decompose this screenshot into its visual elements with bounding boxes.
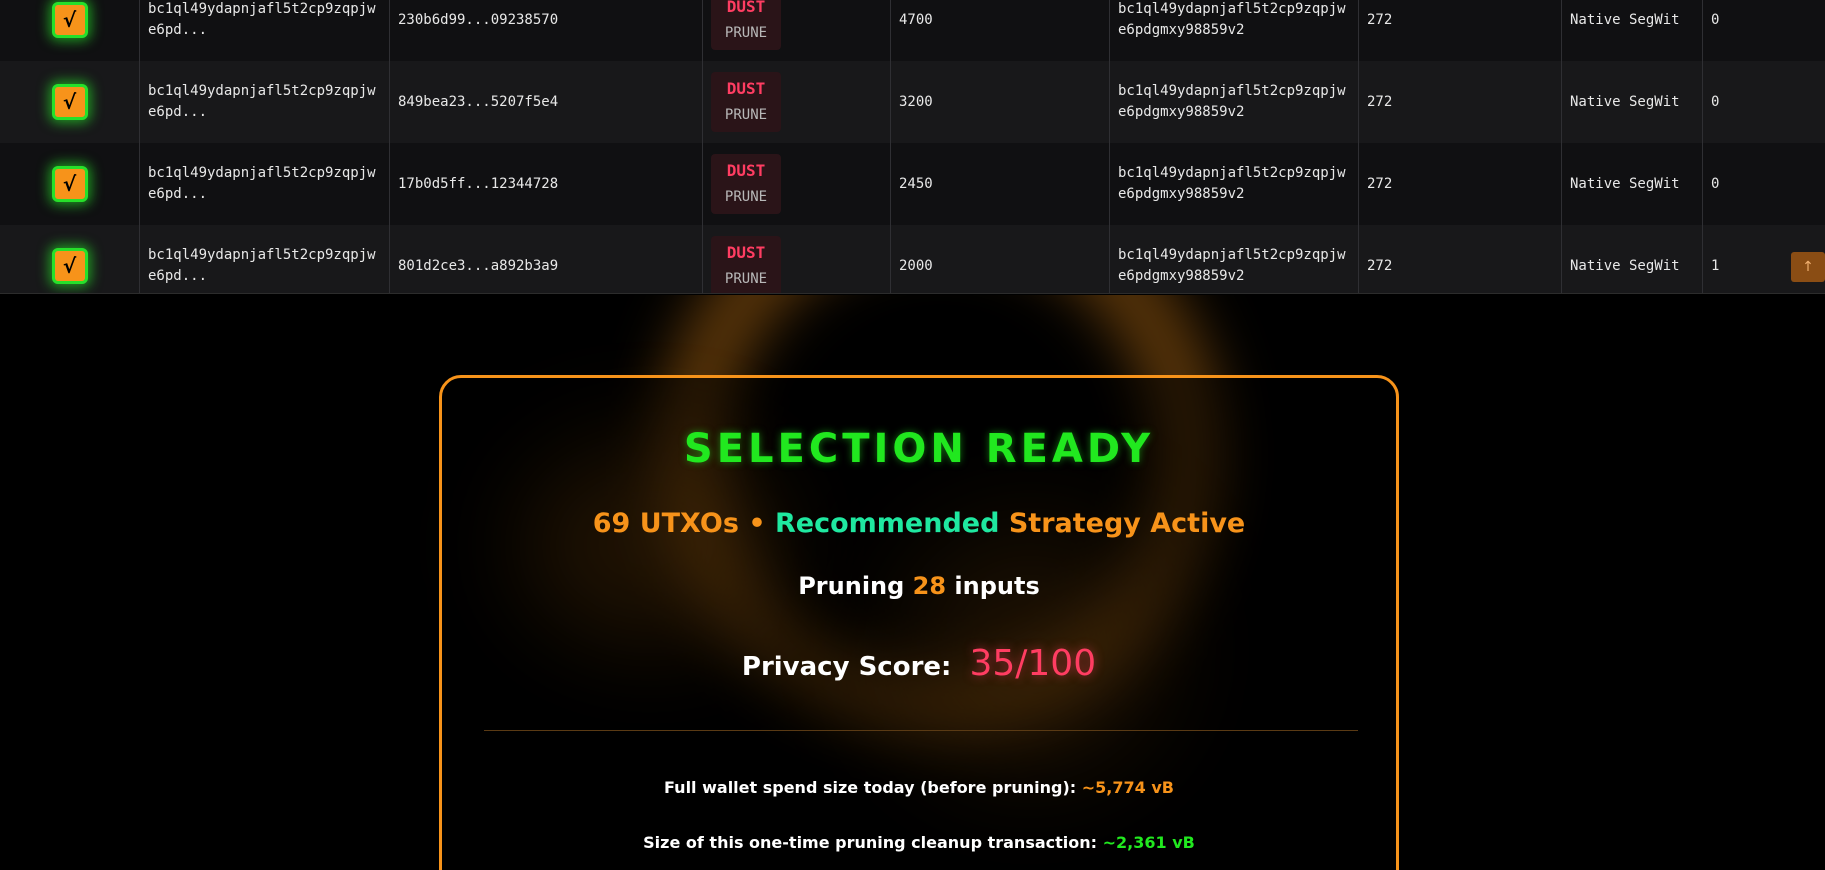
size-cell: 272 xyxy=(1359,61,1562,143)
table-row[interactable]: √ bc1ql49ydapnjafl5t2cp9zqpjw e6pd... 80… xyxy=(0,225,1825,293)
change-address-cell: bc1ql49ydapnjafl5t2cp9zqpjw e6pdgmxy9885… xyxy=(1110,0,1359,61)
table-row[interactable]: √ bc1ql49ydapnjafl5t2cp9zqpjw e6pd... 23… xyxy=(0,0,1825,61)
dust-label: DUST xyxy=(726,243,766,262)
script-type-cell: Native SegWit xyxy=(1562,0,1703,61)
value-cell: 2000 xyxy=(891,225,1110,293)
script-type-cell: Native SegWit xyxy=(1562,225,1703,293)
tag-cell: DUST PRUNE xyxy=(703,61,891,143)
address-cell: bc1ql49ydapnjafl5t2cp9zqpjw e6pd... xyxy=(140,143,390,225)
app-root: √ bc1ql49ydapnjafl5t2cp9zqpjw e6pd... 23… xyxy=(0,0,1825,870)
address-cell: bc1ql49ydapnjafl5t2cp9zqpjw e6pd... xyxy=(140,225,390,293)
select-cell[interactable]: √ xyxy=(0,143,140,225)
txid-cell: 230b6d99...09238570 xyxy=(390,0,703,61)
selection-summary-card: SELECTION READY 69 UTXOs • Recommended S… xyxy=(439,375,1399,870)
size-cell: 272 xyxy=(1359,143,1562,225)
dust-prune-badge: DUST PRUNE xyxy=(711,72,781,132)
row-checkbox[interactable]: √ xyxy=(51,2,88,38)
value-cell: 4700 xyxy=(891,0,1110,61)
arrow-up-icon: ↑ xyxy=(1802,259,1814,275)
prune-suffix: inputs xyxy=(946,572,1040,600)
table-row[interactable]: √ bc1ql49ydapnjafl5t2cp9zqpjw e6pd... 17… xyxy=(0,143,1825,225)
separator-bullet: • xyxy=(738,508,775,539)
prune-label: PRUNE xyxy=(724,107,768,123)
table-row[interactable]: √ bc1ql49ydapnjafl5t2cp9zqpjw e6pd... 84… xyxy=(0,61,1825,143)
dust-label: DUST xyxy=(726,161,766,180)
cleanup-tx-size: Size of this one-time pruning cleanup tr… xyxy=(442,833,1396,852)
strategy-line: 69 UTXOs • Recommended Strategy Active xyxy=(442,508,1396,539)
cleanup-label: Size of this one-time pruning cleanup tr… xyxy=(643,833,1103,852)
prune-label: PRUNE xyxy=(724,189,768,205)
confirmations-cell: 0 xyxy=(1711,11,1720,28)
prune-count: 28 xyxy=(912,572,947,600)
scroll-to-top-button[interactable]: ↑ xyxy=(1791,252,1825,282)
utxo-table: √ bc1ql49ydapnjafl5t2cp9zqpjw e6pd... 23… xyxy=(0,0,1825,294)
divider xyxy=(484,730,1358,731)
strategy-rest: Strategy Active xyxy=(999,508,1246,539)
pruning-line: Pruning 28 inputs xyxy=(442,572,1396,600)
dust-label: DUST xyxy=(726,0,766,16)
dust-prune-badge: DUST PRUNE xyxy=(711,0,781,50)
dust-prune-badge: DUST PRUNE xyxy=(711,154,781,214)
prune-prefix: Pruning xyxy=(798,572,913,600)
size-cell: 272 xyxy=(1359,0,1562,61)
select-cell[interactable]: √ xyxy=(0,0,140,61)
change-address-cell: bc1ql49ydapnjafl5t2cp9zqpjw e6pdgmxy9885… xyxy=(1110,61,1359,143)
value-cell: 2450 xyxy=(891,143,1110,225)
change-address-cell: bc1ql49ydapnjafl5t2cp9zqpjw e6pdgmxy9885… xyxy=(1110,225,1359,293)
cleanup-value: ~2,361 vB xyxy=(1102,833,1195,852)
change-address-cell: bc1ql49ydapnjafl5t2cp9zqpjw e6pdgmxy9885… xyxy=(1110,143,1359,225)
privacy-score-label: Privacy Score: xyxy=(741,652,952,682)
value-cell: 3200 xyxy=(891,61,1110,143)
confirmations-cell: 0 xyxy=(1711,93,1720,110)
privacy-score: Privacy Score: 35/100 xyxy=(442,643,1396,684)
size-cell: 272 xyxy=(1359,225,1562,293)
row-checkbox[interactable]: √ xyxy=(51,248,88,284)
full-spend-size: Full wallet spend size today (before pru… xyxy=(442,778,1396,797)
dust-prune-badge: DUST PRUNE xyxy=(711,236,781,293)
privacy-score-value: 35/100 xyxy=(969,643,1097,684)
address-cell: bc1ql49ydapnjafl5t2cp9zqpjw e6pd... xyxy=(140,0,390,61)
address-cell: bc1ql49ydapnjafl5t2cp9zqpjw e6pd... xyxy=(140,61,390,143)
row-checkbox[interactable]: √ xyxy=(51,166,88,202)
txid-cell: 849bea23...5207f5e4 xyxy=(390,61,703,143)
select-cell[interactable]: √ xyxy=(0,61,140,143)
txid-cell: 801d2ce3...a892b3a9 xyxy=(390,225,703,293)
utxo-count: 69 UTXOs xyxy=(592,508,739,539)
strategy-highlight: Recommended xyxy=(775,508,1000,539)
summary-title: SELECTION READY xyxy=(683,426,1155,472)
confirmations-cell: 0 xyxy=(1711,175,1720,192)
tag-cell: DUST PRUNE xyxy=(703,0,891,61)
select-cell[interactable]: √ xyxy=(0,225,140,293)
script-type-cell: Native SegWit xyxy=(1562,61,1703,143)
row-checkbox[interactable]: √ xyxy=(51,84,88,120)
full-spend-value: ~5,774 vB xyxy=(1081,778,1174,797)
dust-label: DUST xyxy=(726,79,766,98)
full-spend-label: Full wallet spend size today (before pru… xyxy=(664,778,1082,797)
txid-cell: 17b0d5ff...12344728 xyxy=(390,143,703,225)
prune-label: PRUNE xyxy=(724,271,768,287)
tag-cell: DUST PRUNE xyxy=(703,225,891,293)
prune-label: PRUNE xyxy=(724,25,768,41)
script-type-cell: Native SegWit xyxy=(1562,143,1703,225)
tag-cell: DUST PRUNE xyxy=(703,143,891,225)
